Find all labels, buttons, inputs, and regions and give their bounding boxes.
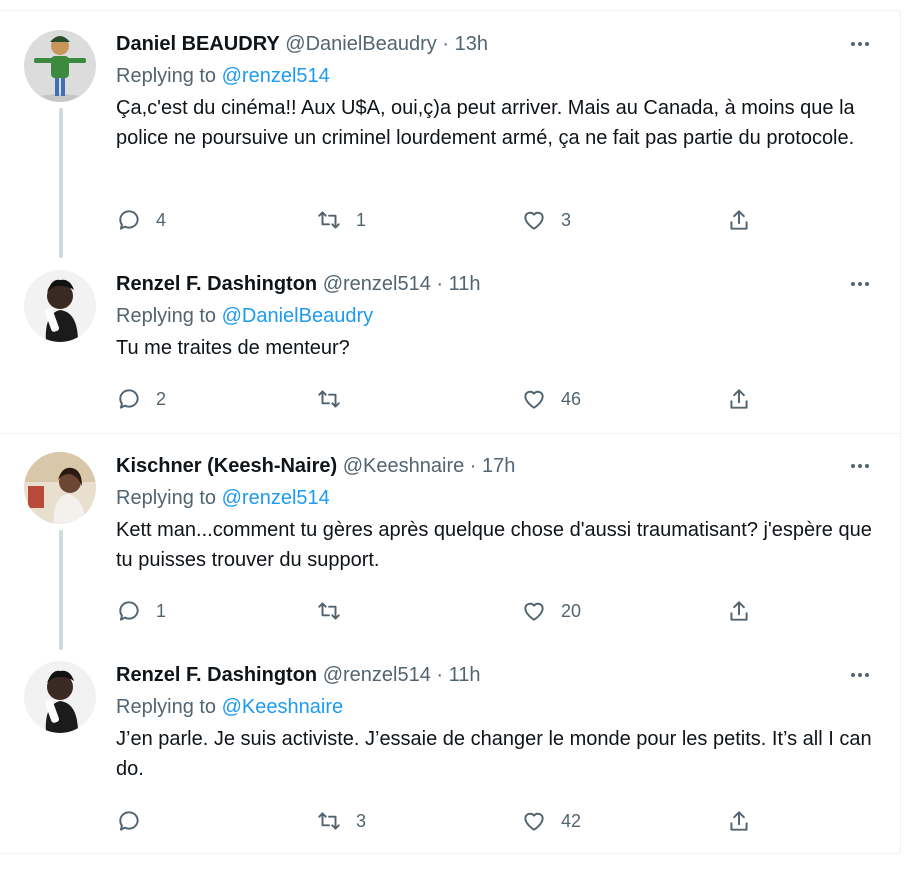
- timestamp[interactable]: 13h: [455, 33, 488, 55]
- like-icon: [524, 602, 544, 621]
- share-icon: [730, 389, 748, 409]
- reply-icon: [119, 389, 139, 409]
- user-handle[interactable]: @DanielBeaudry: [285, 33, 437, 55]
- thread-divider: [0, 433, 900, 434]
- tweet-actions: 3 42: [116, 806, 756, 836]
- like-count: 20: [561, 600, 582, 621]
- avatar[interactable]: [24, 30, 96, 102]
- like-count: 3: [561, 209, 572, 230]
- share-button[interactable]: [726, 384, 752, 414]
- like-count: 46: [561, 388, 582, 409]
- timestamp[interactable]: 11h: [449, 664, 481, 686]
- retweet-icon: [318, 390, 340, 408]
- more-icon[interactable]: [848, 667, 872, 683]
- like-button[interactable]: 3: [521, 205, 571, 235]
- retweet-button[interactable]: [316, 384, 356, 414]
- tweet-text: Kett man...comment tu gères après quelqu…: [116, 519, 872, 571]
- reply-button[interactable]: 4: [116, 205, 166, 235]
- reply-count: 4: [156, 209, 167, 230]
- replying-to: Replying to @renzel514: [116, 485, 880, 513]
- mention-link[interactable]: @renzel514: [222, 65, 330, 87]
- retweet-button[interactable]: 3: [316, 806, 366, 836]
- timestamp[interactable]: 11h: [449, 273, 481, 295]
- replying-to: Replying to @DanielBeaudry: [116, 303, 880, 331]
- avatar[interactable]: [24, 452, 96, 524]
- reply-count: 1: [156, 600, 167, 621]
- share-icon: [730, 811, 748, 831]
- thread-connector: [59, 530, 63, 650]
- user-handle[interactable]: @renzel514: [323, 273, 431, 295]
- retweet-icon: [318, 812, 340, 830]
- like-button[interactable]: 42: [521, 806, 581, 836]
- tweet-text: Ça,c'est du cinéma!! Aux U$A, oui,ç)a pe…: [116, 97, 855, 149]
- share-icon: [730, 601, 748, 621]
- user-handle[interactable]: @Keeshnaire: [343, 455, 464, 477]
- tweet-actions: 4 1 3: [116, 205, 756, 235]
- timestamp[interactable]: 17h: [482, 455, 515, 477]
- reply-icon: [119, 601, 139, 621]
- retweet-icon: [318, 602, 340, 620]
- more-icon[interactable]: [848, 36, 872, 52]
- reply-count: 2: [156, 388, 167, 409]
- retweet-button[interactable]: [316, 596, 356, 626]
- retweet-button[interactable]: 1: [316, 205, 366, 235]
- thread-connector: [59, 108, 63, 258]
- mention-link[interactable]: @DanielBeaudry: [222, 305, 374, 327]
- like-icon: [524, 211, 544, 230]
- mention-link[interactable]: @Keeshnaire: [222, 696, 343, 718]
- avatar[interactable]: [24, 661, 96, 733]
- share-button[interactable]: [726, 596, 752, 626]
- display-name[interactable]: Kischner (Keesh-Naire): [116, 455, 337, 477]
- reply-icon: [119, 811, 139, 831]
- reply-icon: [119, 210, 139, 230]
- replying-label: Replying to: [116, 305, 217, 327]
- display-name[interactable]: Renzel F. Dashington: [116, 664, 317, 686]
- reply-button[interactable]: 2: [116, 384, 166, 414]
- reply-button[interactable]: [116, 806, 156, 836]
- share-button[interactable]: [726, 806, 752, 836]
- more-icon[interactable]: [848, 458, 872, 474]
- share-icon: [730, 210, 748, 230]
- like-count: 42: [561, 810, 582, 831]
- replying-label: Replying to: [116, 487, 217, 509]
- tweet-text: J’en parle. Je suis activiste. J’essaie …: [116, 728, 872, 780]
- separator-dot: ·: [436, 273, 444, 295]
- like-icon: [524, 812, 544, 831]
- like-icon: [524, 390, 544, 409]
- retweet-count: 3: [356, 810, 367, 831]
- replying-label: Replying to: [116, 696, 217, 718]
- replying-label: Replying to: [116, 65, 217, 87]
- avatar[interactable]: [24, 270, 96, 342]
- separator-dot: ·: [436, 664, 444, 686]
- more-icon[interactable]: [848, 276, 872, 292]
- user-handle[interactable]: @renzel514: [323, 664, 431, 686]
- mention-link[interactable]: @renzel514: [222, 487, 330, 509]
- tweet-actions: 2 46: [116, 384, 756, 414]
- separator-dot: ·: [442, 33, 450, 55]
- replying-to: Replying to @Keeshnaire: [116, 694, 880, 722]
- share-button[interactable]: [726, 205, 752, 235]
- display-name[interactable]: Daniel BEAUDRY: [116, 33, 280, 55]
- like-button[interactable]: 46: [521, 384, 581, 414]
- display-name[interactable]: Renzel F. Dashington: [116, 273, 317, 295]
- reply-button[interactable]: 1: [116, 596, 166, 626]
- tweet-text: Tu me traites de menteur?: [116, 337, 350, 359]
- tweet-actions: 1 20: [116, 596, 756, 626]
- retweet-icon: [318, 211, 340, 229]
- like-button[interactable]: 20: [521, 596, 581, 626]
- replying-to: Replying to @renzel514: [116, 63, 880, 91]
- retweet-count: 1: [356, 209, 367, 230]
- separator-dot: ·: [469, 455, 477, 477]
